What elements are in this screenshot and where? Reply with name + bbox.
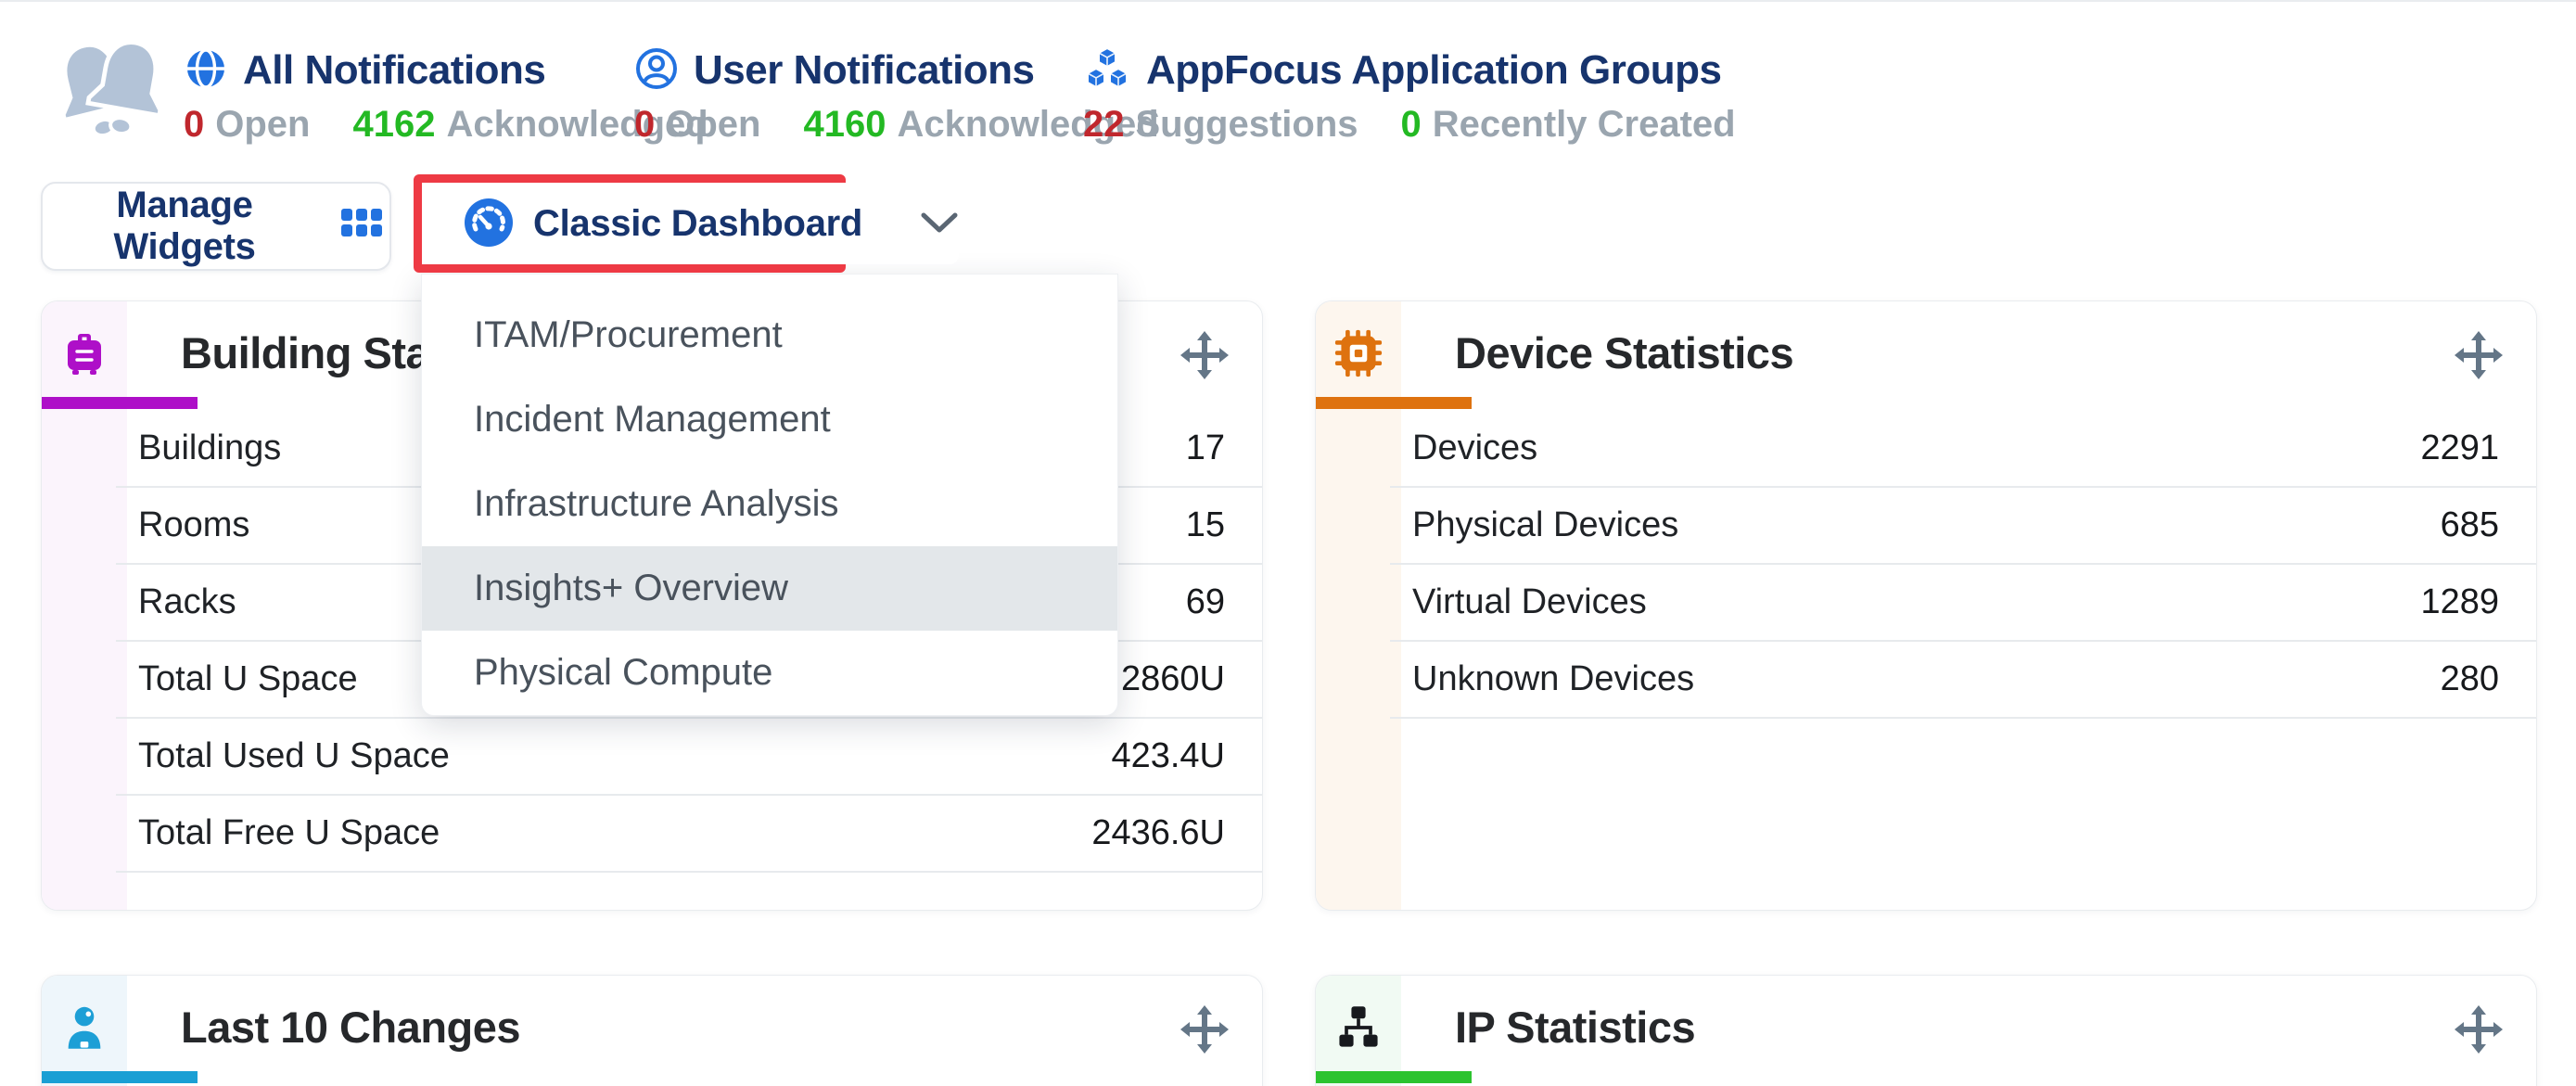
annotation-highlight-box: Classic Dashboard: [414, 174, 846, 273]
stat-table: Devices 2291 Physical Devices 685 Virtual De…: [1390, 411, 2536, 719]
stat-row: Virtual Devices 1289: [1390, 565, 2536, 642]
appfocus-group[interactable]: AppFocus Application Groups 22 Suggestio…: [1083, 45, 1736, 146]
all-open-count: 0: [184, 104, 204, 146]
stat-row: Devices 2291: [1390, 411, 2536, 488]
dropdown-item-insights-overview[interactable]: Insights+ Overview: [422, 546, 1117, 631]
all-open-label: Open: [215, 104, 310, 146]
stat-row: Total Free U Space 2436.6U: [116, 796, 1262, 873]
stat-label: Total Free U Space: [138, 813, 440, 853]
stat-value: 17: [1186, 428, 1225, 468]
stat-value: 2860U: [1121, 659, 1225, 699]
widget-accent-bar: [1316, 1071, 1472, 1083]
stat-label: Unknown Devices: [1412, 659, 1694, 699]
gauge-icon: [463, 197, 515, 251]
device-statistics-widget: Device Statistics Devices 2291 Physical De…: [1315, 300, 2537, 911]
user-open-count: 0: [634, 104, 655, 146]
dropdown-item-itam-procurement[interactable]: ITAM/Procurement: [422, 293, 1117, 377]
stat-value: 1289: [2420, 582, 2499, 622]
cpu-chip-icon: [1334, 329, 1383, 382]
dropdown-item-incident-management[interactable]: Incident Management: [422, 377, 1117, 462]
stat-value: 423.4U: [1111, 736, 1225, 776]
widget-title: Device Statistics: [1455, 327, 1793, 378]
user-open-label: Open: [666, 104, 760, 146]
all-notifications-title: All Notifications: [243, 47, 545, 94]
stat-value: 15: [1186, 505, 1225, 545]
appfocus-recent-label: Recently Created: [1433, 104, 1736, 146]
widget-title: IP Statistics: [1455, 1002, 1695, 1053]
stat-value: 280: [2441, 659, 2499, 699]
user-circle-icon: [634, 46, 679, 96]
stat-label: Devices: [1412, 428, 1537, 468]
stat-label: Rooms: [138, 505, 249, 545]
chevron-down-icon: [920, 211, 959, 237]
widget-accent-strip: [42, 301, 127, 910]
dashboard-page: All Notifications 0 Open 4162 Acknowledg…: [0, 0, 2576, 1086]
dashboard-selector[interactable]: Classic Dashboard: [422, 183, 959, 264]
stat-label: Virtual Devices: [1412, 582, 1647, 622]
dropdown-item-physical-compute[interactable]: Physical Compute: [422, 631, 1117, 715]
dashboard-dropdown-menu: ITAM/ProcurementIncident ManagementInfra…: [421, 274, 1118, 716]
move-handle-icon[interactable]: [2455, 331, 2503, 384]
ip-statistics-widget: IP Statistics: [1315, 975, 2537, 1086]
widget-accent-strip: [1316, 301, 1401, 910]
stat-row: Unknown Devices 280: [1390, 642, 2536, 719]
suitcase-icon: [60, 329, 108, 382]
stat-label: Racks: [138, 582, 236, 622]
manage-widgets-button[interactable]: Manage Widgets: [41, 182, 391, 271]
stat-label: Total Used U Space: [138, 736, 450, 776]
widget-accent-bar: [1316, 397, 1472, 409]
move-handle-icon[interactable]: [1180, 331, 1229, 384]
last-10-changes-widget: Last 10 Changes: [41, 975, 1263, 1086]
appfocus-recent-count: 0: [1401, 104, 1422, 146]
stat-label: Total U Space: [138, 659, 358, 699]
all-ack-count: 4162: [352, 104, 435, 146]
user-ack-count: 4160: [803, 104, 886, 146]
stat-row: Physical Devices 685: [1390, 488, 2536, 565]
appfocus-suggestions-label: Suggestions: [1136, 104, 1358, 146]
stat-row: Total Used U Space 423.4U: [116, 719, 1262, 796]
dropdown-item-infrastructure-analysis[interactable]: Infrastructure Analysis: [422, 462, 1117, 546]
manage-widgets-label: Manage Widgets: [48, 185, 321, 268]
widget-accent-bar: [42, 397, 198, 409]
notifications-bell-icon[interactable]: [52, 35, 174, 149]
stat-label: Physical Devices: [1412, 505, 1678, 545]
user-notifications-title: User Notifications: [694, 47, 1035, 94]
user-notifications-group[interactable]: User Notifications 0 Open 4160 Acknowled…: [634, 45, 1159, 146]
person-icon: [60, 1003, 108, 1056]
widget-accent-bar: [42, 1071, 198, 1083]
move-handle-icon[interactable]: [2455, 1005, 2503, 1058]
stat-label: Buildings: [138, 428, 281, 468]
sitemap-icon: [1334, 1003, 1383, 1056]
stat-value: 685: [2441, 505, 2499, 545]
widget-title: Last 10 Changes: [181, 1002, 520, 1053]
all-notifications-group[interactable]: All Notifications 0 Open 4162 Acknowledg…: [184, 45, 708, 146]
move-handle-icon[interactable]: [1180, 1005, 1229, 1058]
appfocus-title: AppFocus Application Groups: [1146, 47, 1721, 94]
stat-value: 69: [1186, 582, 1225, 622]
dashboard-selector-value: Classic Dashboard: [533, 203, 862, 245]
stat-value: 2291: [2420, 428, 2499, 468]
appfocus-suggestions-count: 22: [1083, 104, 1125, 146]
cubes-icon: [1083, 46, 1131, 96]
widgets-grid-icon: [341, 206, 384, 248]
globe-icon: [184, 46, 228, 96]
stat-value: 2436.6U: [1091, 813, 1225, 853]
